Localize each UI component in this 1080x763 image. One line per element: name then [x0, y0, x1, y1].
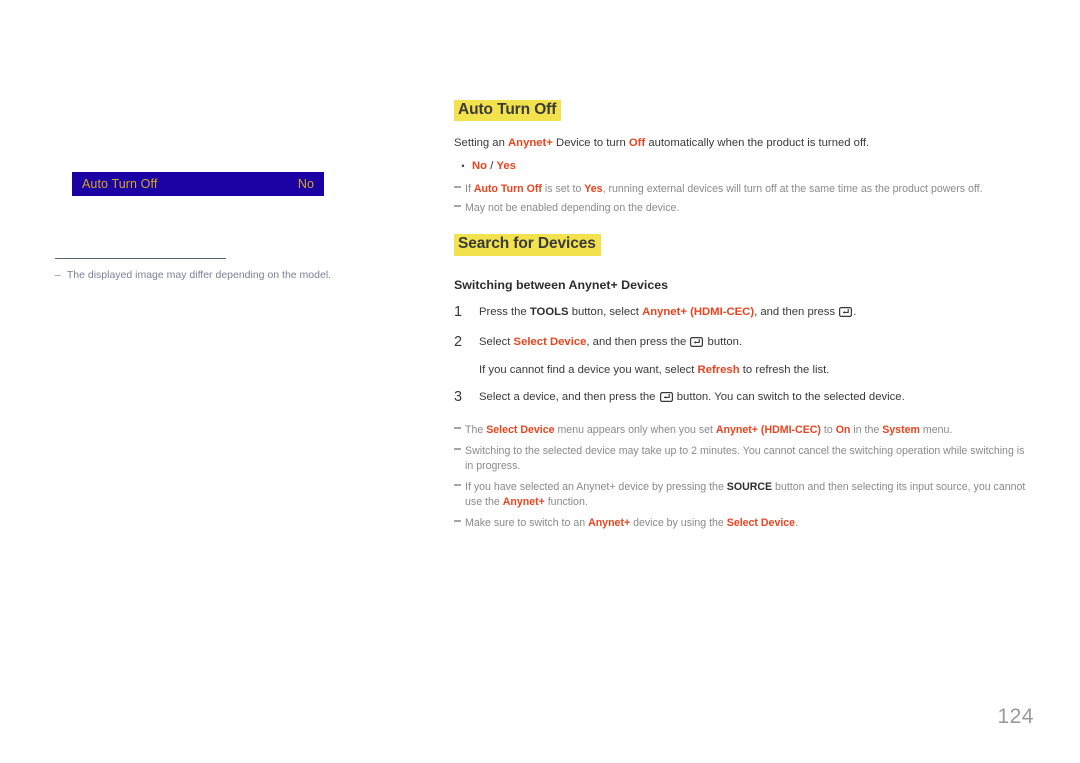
section-heading-search-for-devices: Search for Devices	[454, 234, 601, 256]
step-accent-select-device: Select Device	[513, 335, 587, 348]
note-text: The Select Device menu appears only when…	[465, 423, 1026, 438]
page-number: 124	[997, 705, 1034, 728]
step-3: 3 Select a device, and then press the bu…	[454, 389, 1026, 405]
note-frag-2: menu appears only when you set	[554, 424, 716, 437]
caption-dash-marker: –	[55, 269, 61, 281]
note-accent-anynet: Anynet+	[502, 496, 545, 509]
note-dash-icon	[454, 423, 465, 438]
osd-row-label: Auto Turn Off	[82, 177, 158, 191]
note-frag-1: If	[465, 183, 474, 196]
note-frag-2: is set to	[541, 183, 585, 196]
note-frag-3: function.	[544, 496, 588, 509]
step-frag-4: button.	[704, 335, 743, 348]
caption-divider	[55, 258, 226, 259]
note-dash-icon	[454, 516, 465, 531]
intro-text-3: automatically when the product is turned…	[645, 137, 870, 150]
note-search-4: Make sure to switch to an Anynet+ device…	[454, 516, 1026, 531]
note-accent-select-device: Select Device	[486, 424, 555, 437]
osd-menu-row-auto-turn-off[interactable]: Auto Turn Off No	[72, 172, 324, 196]
note-accent-system: System	[882, 424, 920, 437]
note-bold-source: SOURCE	[726, 481, 773, 494]
osd-preview-panel: Auto Turn Off No – The displayed image m…	[0, 0, 440, 763]
note-text: If Auto Turn Off is set to Yes, running …	[465, 182, 1026, 197]
note-frag-5: menu.	[919, 424, 953, 437]
main-content-column: Auto Turn Off Setting an Anynet+ Device …	[454, 0, 1026, 763]
step-number: 2	[454, 333, 463, 350]
note-text: Switching to the selected device may tak…	[465, 445, 1025, 473]
note-frag-1: If you have selected an Anynet+ device b…	[465, 481, 727, 494]
section-heading-auto-turn-off: Auto Turn Off	[454, 100, 562, 122]
subheading-switching-between-anynet-devices: Switching between Anynet+ Devices	[454, 277, 669, 292]
note-frag-3: , running external devices will turn off…	[602, 183, 983, 196]
caption-text: The displayed image may differ depending…	[66, 269, 332, 281]
step-frag-1: Select a device, and then press the	[479, 390, 659, 403]
note-text: May not be enabled depending on the devi…	[465, 202, 680, 215]
step-number: 1	[454, 303, 463, 320]
step-frag-4: button. You can switch to the selected d…	[673, 390, 905, 403]
note-dash-icon	[454, 182, 465, 197]
intro-accent-anynet: Anynet+	[508, 137, 553, 150]
note-accent-anynet-hdmi-cec: Anynet+ (HDMI-CEC)	[715, 424, 821, 437]
step-frag-3: , and then press	[754, 305, 839, 318]
substep-frag-1: If you cannot find a device you want, se…	[479, 364, 698, 377]
note-search-2: Switching to the selected device may tak…	[454, 444, 1026, 474]
step-2-substep: If you cannot find a device you want, se…	[479, 362, 1026, 378]
option-yes: Yes	[496, 159, 516, 172]
bullet-point-icon: •	[461, 160, 465, 171]
note-accent-select-device: Select Device	[726, 517, 796, 530]
osd-row-value: No	[297, 177, 314, 191]
section-heading-auto-turn-off-wrap: Auto Turn Off	[454, 100, 1026, 122]
step-frag-1: Select	[479, 335, 514, 348]
step-text: Select Select Device, and then press the…	[479, 334, 1026, 350]
enter-key-icon	[839, 306, 853, 317]
step-bold-tools: TOOLS	[529, 305, 569, 318]
intro-text-1: Setting an	[454, 137, 509, 150]
enter-key-icon	[690, 336, 704, 347]
note-search-1: The Select Device menu appears only when…	[454, 423, 1026, 438]
step-2: 2 Select Select Device, and then press t…	[454, 334, 1026, 350]
note-frag-3: .	[795, 517, 799, 530]
note-auto-turn-off-1: If Auto Turn Off is set to Yes, running …	[454, 182, 1026, 197]
option-no: No	[472, 159, 488, 172]
note-accent-1: Auto Turn Off	[473, 183, 542, 196]
auto-turn-off-options-text: No / Yes	[472, 158, 516, 175]
step-frag-4: .	[853, 305, 857, 318]
note-accent-anynet: Anynet+	[588, 517, 631, 530]
intro-accent-off: Off	[628, 137, 646, 150]
note-dash-icon	[454, 444, 465, 474]
step-1: 1 Press the TOOLS button, select Anynet+…	[454, 304, 1026, 320]
step-number: 3	[454, 388, 463, 405]
note-accent-on: On	[835, 424, 851, 437]
auto-turn-off-options-row: • No / Yes	[454, 158, 1026, 175]
note-frag-4: in the	[850, 424, 883, 437]
intro-text-2: Device to turn	[552, 137, 629, 150]
step-accent-anynet-hdmi-cec: Anynet+ (HDMI-CEC)	[642, 305, 755, 318]
note-frag-3: to	[820, 424, 836, 437]
note-frag-1: Make sure to switch to an	[465, 517, 589, 530]
note-search-3: If you have selected an Anynet+ device b…	[454, 480, 1026, 510]
note-frag-2: device by using the	[630, 517, 727, 530]
note-auto-turn-off-2: May not be enabled depending on the devi…	[454, 201, 1026, 216]
step-frag-3: , and then press the	[586, 335, 690, 348]
substep-accent-refresh: Refresh	[697, 364, 740, 377]
note-frag-1: The	[465, 424, 487, 437]
step-frag-2: button, select	[568, 305, 643, 318]
note-dash-icon	[454, 201, 465, 216]
enter-key-icon	[659, 391, 673, 402]
note-accent-2: Yes	[584, 183, 603, 196]
section-heading-search-for-devices-wrap: Search for Devices	[454, 234, 1026, 256]
step-text: Select a device, and then press the butt…	[479, 389, 1026, 405]
substep-frag-2: to refresh the list.	[739, 364, 830, 377]
note-text: Make sure to switch to an Anynet+ device…	[465, 516, 1026, 531]
note-dash-icon	[454, 480, 465, 510]
preview-caption: – The displayed image may differ dependi…	[55, 268, 415, 283]
auto-turn-off-intro: Setting an Anynet+ Device to turn Off au…	[454, 135, 1026, 151]
step-frag-1: Press the	[479, 305, 530, 318]
step-text: Press the TOOLS button, select Anynet+ (…	[479, 304, 1026, 320]
note-text: If you have selected an Anynet+ device b…	[465, 480, 1026, 510]
